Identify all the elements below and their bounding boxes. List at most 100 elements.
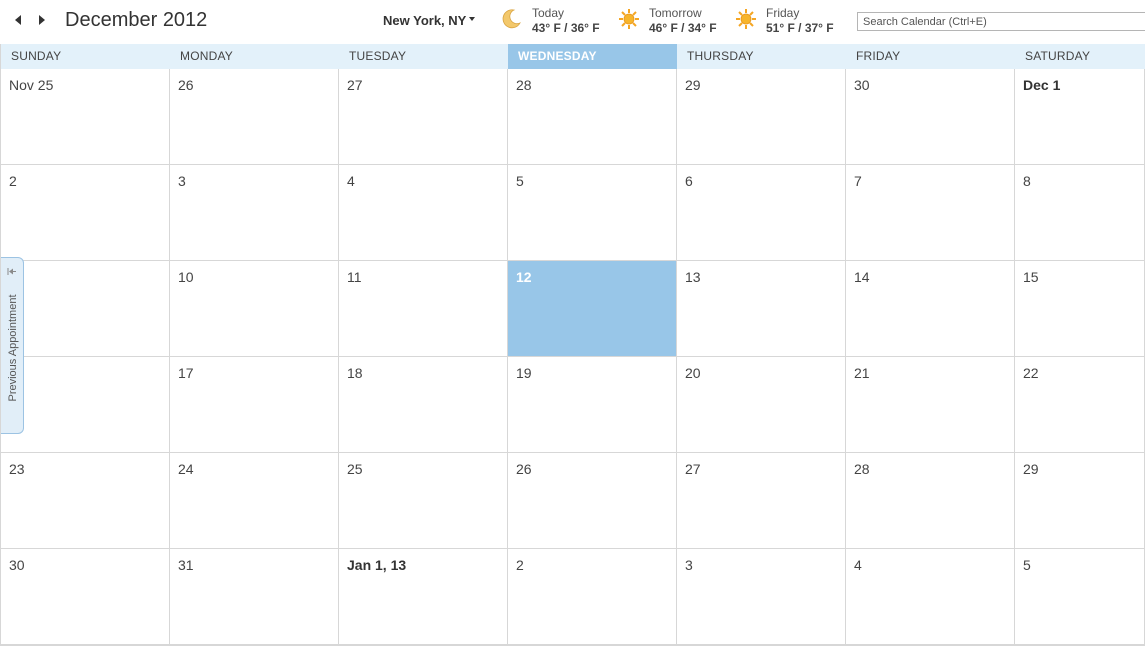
day-number: 2 <box>516 557 524 573</box>
day-cell[interactable]: 24 <box>170 453 339 549</box>
previous-appointment-label: Previous Appointment <box>7 294 19 402</box>
day-number: 5 <box>516 173 524 189</box>
day-cell[interactable]: 4 <box>339 165 508 261</box>
weather-day-label: Tomorrow <box>649 6 702 20</box>
day-cell[interactable]: 25 <box>339 453 508 549</box>
day-cell[interactable]: 2 <box>508 549 677 645</box>
day-number: Dec 1 <box>1023 77 1061 93</box>
day-number: 4 <box>854 557 862 573</box>
day-cell[interactable]: Dec 1 <box>1015 69 1145 165</box>
day-number: 27 <box>347 77 363 93</box>
day-cell[interactable]: 18 <box>339 357 508 453</box>
day-cell[interactable]: 14 <box>846 261 1015 357</box>
day-number: 15 <box>1023 269 1039 285</box>
day-number: 2 <box>9 173 17 189</box>
day-number: 13 <box>685 269 701 285</box>
day-cell[interactable]: 30 <box>1 549 170 645</box>
day-cell[interactable]: 20 <box>677 357 846 453</box>
day-cell[interactable]: 23 <box>1 453 170 549</box>
day-cell[interactable]: 16 <box>1 357 170 453</box>
day-cell[interactable]: 22 <box>1015 357 1145 453</box>
triangle-left-icon <box>15 15 21 25</box>
day-cell[interactable]: 11 <box>339 261 508 357</box>
day-cell[interactable]: 6 <box>677 165 846 261</box>
day-header-friday: FRIDAY <box>856 49 901 63</box>
day-cell[interactable]: 5 <box>1015 549 1145 645</box>
day-number: 27 <box>685 461 701 477</box>
day-cell[interactable]: 3 <box>677 549 846 645</box>
day-number: 5 <box>1023 557 1031 573</box>
previous-month-button[interactable] <box>10 12 26 28</box>
day-cell[interactable]: 21 <box>846 357 1015 453</box>
day-number: 6 <box>685 173 693 189</box>
day-number: 30 <box>9 557 25 573</box>
day-cell[interactable]: 5 <box>508 165 677 261</box>
next-month-button[interactable] <box>34 12 50 28</box>
weather-temp: 46° F / 34° F <box>649 21 717 35</box>
day-number: 12 <box>516 269 532 285</box>
day-number: 11 <box>347 269 362 285</box>
day-cell[interactable]: 2 <box>1 165 170 261</box>
day-cell-today[interactable]: 12 <box>508 261 677 357</box>
day-number: Nov 25 <box>9 77 54 93</box>
day-cell[interactable]: 8 <box>1015 165 1145 261</box>
day-number: 22 <box>1023 365 1039 381</box>
day-cell[interactable]: 7 <box>846 165 1015 261</box>
day-number: 30 <box>854 77 870 93</box>
day-cell[interactable]: 9 <box>1 261 170 357</box>
day-number: 29 <box>1023 461 1039 477</box>
day-cell[interactable]: Nov 25 <box>1 69 170 165</box>
day-number: 31 <box>178 557 194 573</box>
location-selector[interactable]: New York, NY <box>383 13 466 28</box>
day-header-wednesday: WEDNESDAY <box>508 44 677 69</box>
day-cell[interactable]: 4 <box>846 549 1015 645</box>
day-cell[interactable]: 29 <box>677 69 846 165</box>
day-number: 17 <box>178 365 194 381</box>
day-cell[interactable]: 26 <box>508 453 677 549</box>
grid-bottom-border <box>0 645 1145 646</box>
day-number: 3 <box>178 173 186 189</box>
search-calendar-input[interactable] <box>857 12 1145 31</box>
day-cell[interactable]: 10 <box>170 261 339 357</box>
day-number: Jan 1, 13 <box>347 557 407 573</box>
day-of-week-header: SUNDAY MONDAY TUESDAY WEDNESDAY THURSDAY FRID… <box>1 44 1145 69</box>
day-number: 23 <box>9 461 25 477</box>
day-cell[interactable]: 31 <box>170 549 339 645</box>
triangle-right-icon <box>39 15 45 25</box>
day-cell[interactable]: 27 <box>339 69 508 165</box>
chevron-down-icon[interactable] <box>468 16 476 22</box>
day-number: 28 <box>516 77 532 93</box>
day-cell[interactable]: 13 <box>677 261 846 357</box>
day-header-tuesday: TUESDAY <box>349 49 407 63</box>
day-number: 4 <box>347 173 355 189</box>
day-cell[interactable]: 26 <box>170 69 339 165</box>
day-cell[interactable]: 28 <box>846 453 1015 549</box>
day-cell[interactable]: 17 <box>170 357 339 453</box>
weather-temp: 51° F / 37° F <box>766 21 834 35</box>
day-cell[interactable]: 19 <box>508 357 677 453</box>
day-number: 20 <box>685 365 701 381</box>
day-number: 26 <box>178 77 194 93</box>
day-cell[interactable]: 3 <box>170 165 339 261</box>
day-number: 7 <box>854 173 862 189</box>
day-cell[interactable]: 15 <box>1015 261 1145 357</box>
day-cell[interactable]: 30 <box>846 69 1015 165</box>
day-cell[interactable]: 28 <box>508 69 677 165</box>
day-number: 18 <box>347 365 363 381</box>
day-cell[interactable]: Jan 1, 13 <box>339 549 508 645</box>
day-cell[interactable]: 29 <box>1015 453 1145 549</box>
day-number: 25 <box>347 461 363 477</box>
day-cell[interactable]: 27 <box>677 453 846 549</box>
day-number: 3 <box>685 557 693 573</box>
day-number: 26 <box>516 461 532 477</box>
day-number: 29 <box>685 77 701 93</box>
arrow-left-bar-icon <box>7 268 16 275</box>
previous-appointment-tab[interactable]: Previous Appointment <box>1 257 24 434</box>
weather-day-label: Friday <box>766 6 800 20</box>
sun-icon <box>736 9 756 29</box>
day-header-saturday: SATURDAY <box>1025 49 1091 63</box>
day-number: 24 <box>178 461 194 477</box>
weather-temp: 43° F / 36° F <box>532 21 600 35</box>
day-number: 28 <box>854 461 870 477</box>
day-number: 19 <box>516 365 532 381</box>
